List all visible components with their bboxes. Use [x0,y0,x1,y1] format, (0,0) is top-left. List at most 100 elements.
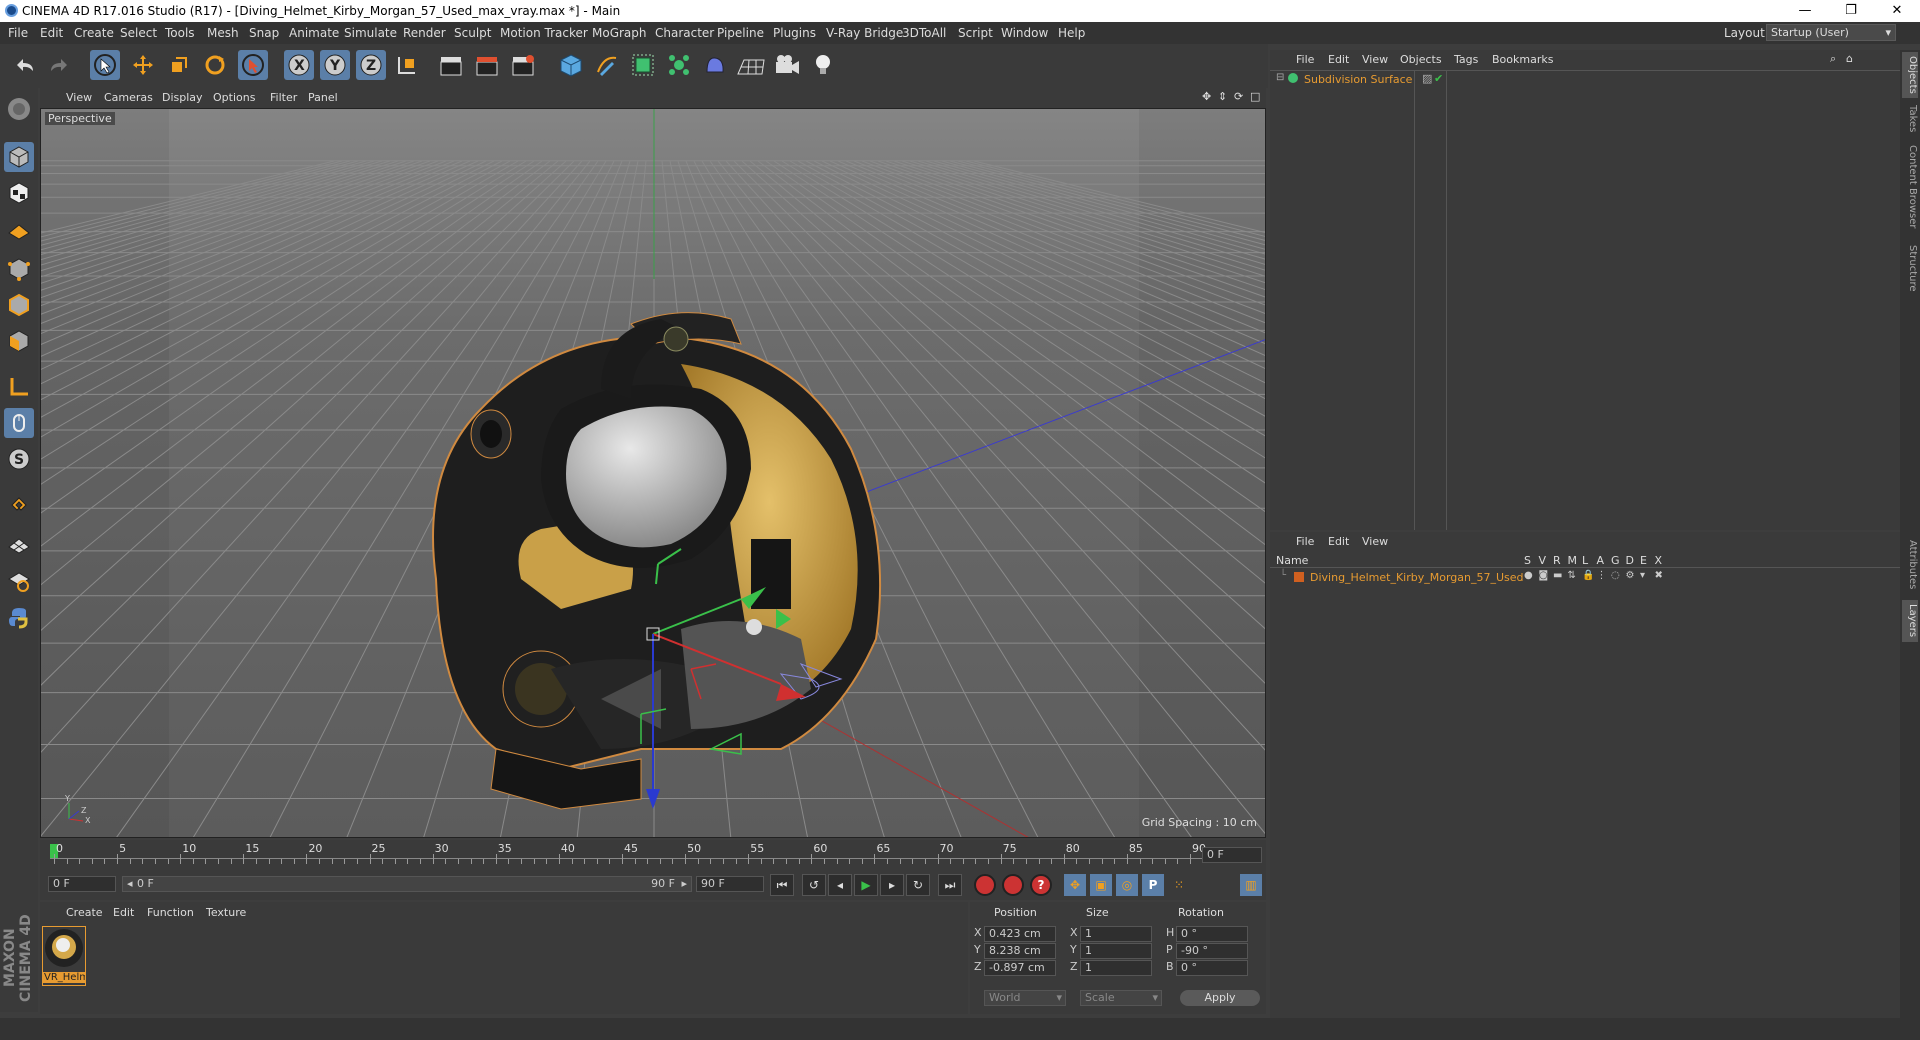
texture-mode-button[interactable] [4,178,34,208]
layer-col-s[interactable]: S [1524,554,1531,567]
vp-menu-options[interactable]: Options [213,91,255,104]
coord-position-field[interactable]: -0.897 cm [984,960,1056,976]
material-swatch[interactable]: VR_Helm [42,926,86,986]
tab-attributes[interactable]: Attributes [1902,534,1918,596]
go-to-start-button[interactable]: ⏮ [770,874,794,896]
end-frame-field[interactable]: 90 F [696,876,764,892]
layer-toggle-icon[interactable]: 🔒 [1582,570,1594,581]
python-button[interactable] [4,602,34,632]
tab-takes[interactable]: Takes [1902,102,1918,136]
coord-rotation-field[interactable]: -90 ° [1176,943,1248,959]
coord-size-field[interactable]: 1 [1080,943,1152,959]
layer-toggle-icon[interactable]: ▾ [1640,570,1645,581]
workplane-mode-button[interactable] [4,530,34,560]
timeline-window-button[interactable]: ▥ [1240,874,1262,896]
menu-render[interactable]: Render [403,26,446,40]
coord-scale-select[interactable]: Scale ▾ [1080,990,1162,1006]
search-icon[interactable]: ⌕ [1830,52,1836,66]
coord-position-field[interactable]: 0.423 cm [984,926,1056,942]
layout-select[interactable]: Startup (User) ▾ [1766,24,1896,41]
current-frame-field[interactable]: 0 F [1202,847,1262,863]
coord-size-field[interactable]: 1 [1080,960,1152,976]
undo-button[interactable] [10,50,40,80]
snap-button[interactable]: S [4,444,34,474]
vp-nav-zoom-icon[interactable]: ⇕ [1218,90,1227,103]
autokey-button[interactable] [1002,874,1024,896]
previous-frame-button[interactable]: ◂ [828,874,852,896]
layer-toggle-icon[interactable]: ⚙ [1626,570,1635,581]
rotate-button[interactable] [200,50,230,80]
next-frame-button[interactable]: ▸ [880,874,904,896]
maximize-button[interactable]: ❐ [1828,0,1874,22]
previous-key-button[interactable]: ↺ [802,874,826,896]
coord-mode-select[interactable]: World ▾ [984,990,1066,1006]
menu-mograph[interactable]: MoGraph [592,26,647,40]
live-selection-button[interactable] [90,50,120,80]
obj-menu-view[interactable]: View [1362,53,1388,66]
z-axis-button[interactable]: Z [356,50,386,80]
vp-menu-cameras[interactable]: Cameras [104,91,153,104]
menu-character[interactable]: Character [655,26,714,40]
menu-pipeline[interactable]: Pipeline [717,26,764,40]
menu-window[interactable]: Window [1001,26,1048,40]
layer-toggle-icon[interactable]: ● [1524,570,1533,581]
menu-edit[interactable]: Edit [40,26,63,40]
layer-col-d[interactable]: D [1626,554,1634,567]
redo-button[interactable] [44,50,74,80]
menu-script[interactable]: Script [958,26,993,40]
key-position-button[interactable]: ✥ [1064,874,1086,896]
mat-menu-function[interactable]: Function [147,906,194,919]
mat-menu-texture[interactable]: Texture [206,906,246,919]
minimize-button[interactable]: — [1782,0,1828,22]
points-mode-button[interactable] [4,254,34,284]
make-editable-button[interactable] [4,94,34,124]
scale-button[interactable] [164,50,194,80]
record-keys-button[interactable] [974,874,996,896]
deformer-button[interactable] [700,50,730,80]
layer-col-g[interactable]: G [1611,554,1620,567]
subdivision-surface-button[interactable] [628,50,658,80]
coord-rotation-field[interactable]: 0 ° [1176,960,1248,976]
workplane-button[interactable] [4,214,34,244]
menu-simulate[interactable]: Simulate [344,26,397,40]
render-view-button[interactable] [436,50,466,80]
tab-layers[interactable]: Layers [1902,600,1918,642]
key-rotation-button[interactable]: ◎ [1116,874,1138,896]
mat-menu-create[interactable]: Create [66,906,103,919]
layer-col-v[interactable]: V [1539,554,1547,567]
axis-mode-button[interactable] [4,372,34,402]
enabled-check-icon[interactable]: ✔ [1434,72,1443,85]
layer-color-icon[interactable] [1294,572,1304,582]
key-pla-button[interactable]: ⁙ [1168,874,1190,896]
layer-col-x[interactable]: X [1655,554,1663,567]
y-axis-button[interactable]: Y [320,50,350,80]
menu-file[interactable]: File [8,26,28,40]
menu-snap[interactable]: Snap [249,26,279,40]
layer-toggle-icon[interactable]: ✖ [1655,570,1663,581]
home-icon[interactable]: ⌂ [1846,52,1853,65]
mat-menu-edit[interactable]: Edit [113,906,134,919]
render-picture-viewer-button[interactable] [472,50,502,80]
key-scale-button[interactable]: ▣ [1090,874,1112,896]
layer-col-e[interactable]: E [1640,554,1647,567]
layer-col-a[interactable]: A [1597,554,1605,567]
cube-button[interactable] [556,50,586,80]
recent-tool-button[interactable] [238,50,268,80]
coord-size-field[interactable]: 1 [1080,926,1152,942]
render-settings-button[interactable] [508,50,538,80]
model-mode-button[interactable] [4,142,34,172]
vp-nav-move-icon[interactable]: ✥ [1202,90,1211,103]
tab-content-browser[interactable]: Content Browser [1902,142,1918,232]
light-button[interactable] [808,50,838,80]
tweak-mode-button[interactable] [4,408,34,438]
layer-col-m[interactable]: M [1568,554,1578,567]
layer-menu-edit[interactable]: Edit [1328,535,1349,548]
obj-menu-file[interactable]: File [1296,53,1314,66]
vp-maximize-icon[interactable]: □ [1250,90,1260,103]
layer-toggle-icon[interactable]: ◙ [1539,570,1549,581]
menu-tools[interactable]: Tools [165,26,195,40]
start-frame-field[interactable]: 0 F [48,876,116,892]
layer-menu-file[interactable]: File [1296,535,1314,548]
next-key-button[interactable]: ↻ [906,874,930,896]
tab-objects[interactable]: Objects [1902,52,1918,98]
